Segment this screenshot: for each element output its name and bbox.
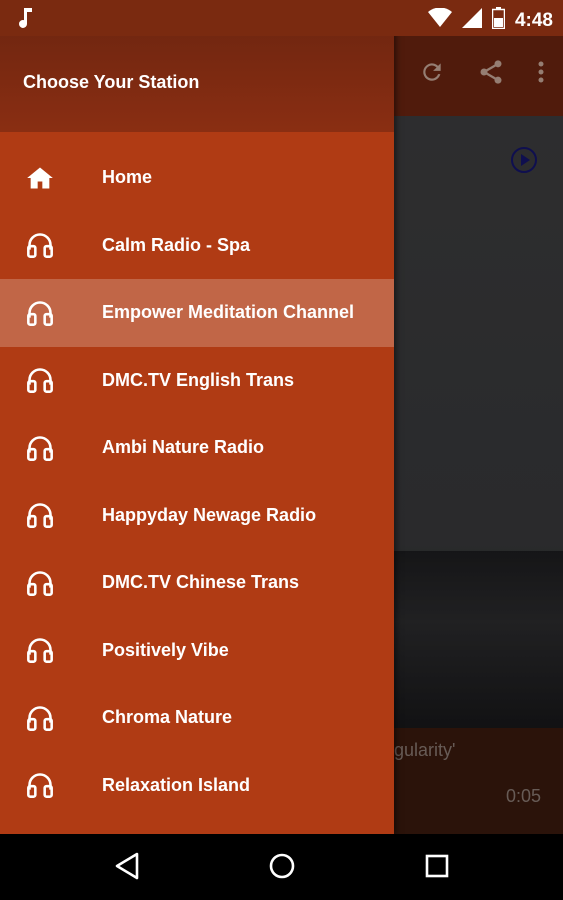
- status-bar: 4:48: [0, 0, 563, 36]
- station-label: Positively Vibe: [102, 639, 229, 660]
- station-label: Calm Radio - Spa: [102, 234, 251, 255]
- recents-icon[interactable]: [423, 851, 451, 886]
- system-nav-bar: [0, 834, 563, 900]
- station-item[interactable]: Home: [0, 144, 394, 212]
- station-label: Chroma Nature: [102, 707, 233, 728]
- headphones-icon: [26, 569, 54, 597]
- headphones-icon: [26, 771, 54, 799]
- back-icon[interactable]: [113, 851, 141, 886]
- station-item[interactable]: Ambi Nature Radio: [0, 414, 394, 482]
- station-label: Home: [102, 167, 153, 188]
- music-note-icon: [18, 7, 34, 34]
- station-list: Home Calm Radio - Spa Empower Meditation C…: [0, 144, 394, 819]
- station-item[interactable]: Positively Vibe: [0, 617, 394, 685]
- headphones-icon: [26, 231, 54, 259]
- battery-icon: [491, 7, 506, 34]
- headphones-icon: [26, 299, 54, 327]
- station-label: Empower Meditation Channel: [102, 302, 355, 323]
- station-item[interactable]: Empower Meditation Channel: [0, 279, 394, 347]
- status-time: 4:48: [514, 9, 553, 31]
- station-label: DMC.TV Chinese Trans: [102, 572, 300, 593]
- navigation-drawer: Choose Your Station Home Calm Radio - Spa…: [0, 0, 394, 834]
- headphones-icon: [26, 704, 54, 732]
- station-item[interactable]: Calm Radio - Spa: [0, 212, 394, 280]
- station-item[interactable]: DMC.TV Chinese Trans: [0, 549, 394, 617]
- station-item[interactable]: Happyday Newage Radio: [0, 482, 394, 550]
- station-label: DMC.TV English Trans: [102, 369, 295, 390]
- station-item[interactable]: Chroma Nature: [0, 684, 394, 752]
- station-label: Relaxation Island: [102, 774, 251, 795]
- station-item[interactable]: Relaxation Island: [0, 752, 394, 820]
- headphones-icon: [26, 366, 54, 394]
- headphones-icon: [26, 434, 54, 462]
- station-item[interactable]: DMC.TV English Trans: [0, 347, 394, 415]
- headphones-icon: [26, 636, 54, 664]
- signal-icon: [461, 8, 482, 33]
- home-icon: [26, 164, 54, 192]
- home-circle-icon[interactable]: [268, 851, 296, 886]
- drawer-title: Choose Your Station: [23, 72, 200, 92]
- station-label: Ambi Nature Radio: [102, 437, 265, 458]
- station-label: Happyday Newage Radio: [102, 504, 317, 525]
- headphones-icon: [26, 501, 54, 529]
- wifi-icon: [427, 7, 452, 33]
